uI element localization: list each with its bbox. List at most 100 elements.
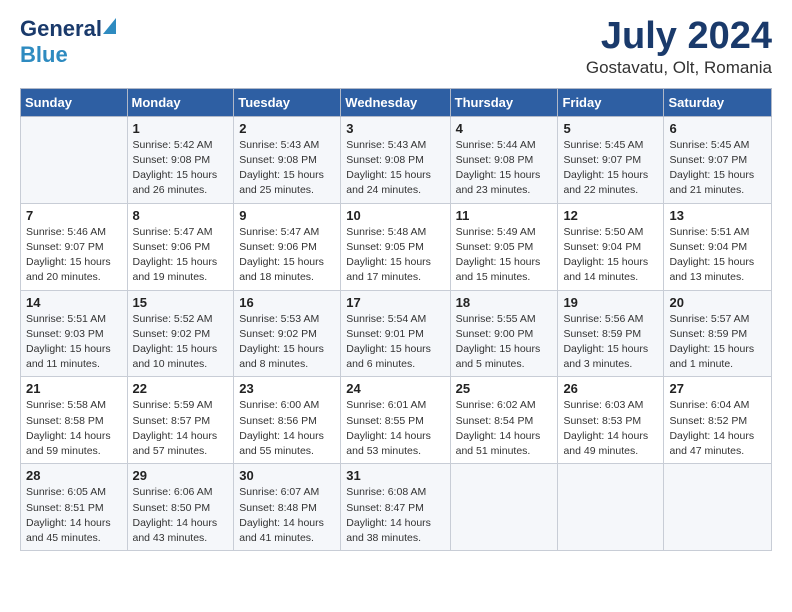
- day-info: Sunrise: 5:56 AM Sunset: 8:59 PM Dayligh…: [563, 312, 658, 373]
- day-number: 6: [669, 121, 766, 136]
- day-number: 22: [133, 381, 229, 396]
- table-row: 10Sunrise: 5:48 AM Sunset: 9:05 PM Dayli…: [341, 203, 450, 290]
- logo-triangle-icon: [103, 18, 116, 34]
- col-tuesday: Tuesday: [234, 88, 341, 116]
- table-row: 25Sunrise: 6:02 AM Sunset: 8:54 PM Dayli…: [450, 377, 558, 464]
- day-info: Sunrise: 5:51 AM Sunset: 9:03 PM Dayligh…: [26, 312, 122, 373]
- table-row: 18 Sunrise: 5:55 AM Sunset: 9:00 PM Dayli…: [450, 290, 558, 377]
- calendar-week-row: 21 Sunrise: 5:58 AM Sunset: 8:58 PM Dayli…: [21, 377, 772, 464]
- table-row: 8 Sunrise: 5:47 AM Sunset: 9:06 PM Daylig…: [127, 203, 234, 290]
- day-number: 20: [669, 295, 766, 310]
- calendar-table: Sunday Monday Tuesday Wednesday Thursday…: [20, 88, 772, 551]
- day-info: Sunrise: 6:04 AM Sunset: 8:52 PM Dayligh…: [669, 398, 766, 459]
- day-number: 21: [26, 381, 122, 396]
- day-info: Sunrise: 5:45 AM Sunset: 9:07 PM Dayligh…: [669, 138, 766, 199]
- table-row: 28 Sunrise: 6:05 AM Sunset: 8:51 PM Dayli…: [21, 464, 128, 551]
- day-info: Sunrise: 6:08 AM Sunset: 8:47 PM Dayligh…: [346, 485, 444, 546]
- col-friday: Friday: [558, 88, 664, 116]
- calendar-header-row: Sunday Monday Tuesday Wednesday Thursday…: [21, 88, 772, 116]
- day-info: Sunrise: 6:00 AM Sunset: 8:56 PM Dayligh…: [239, 398, 335, 459]
- day-number: 15: [133, 295, 229, 310]
- day-info: Sunrise: 6:01 AM Sunset: 8:55 PM Dayligh…: [346, 398, 444, 459]
- day-info: Sunrise: 5:46 AM Sunset: 9:07 PM Dayligh…: [26, 225, 122, 286]
- calendar-week-row: 14 Sunrise: 5:51 AM Sunset: 9:03 PM Dayli…: [21, 290, 772, 377]
- calendar-title: July 2024: [586, 16, 772, 58]
- day-number: 9: [239, 208, 335, 223]
- table-row: 30 Sunrise: 6:07 AM Sunset: 8:48 PM Dayli…: [234, 464, 341, 551]
- calendar-subtitle: Gostavatu, Olt, Romania: [586, 58, 772, 78]
- day-info: Sunrise: 5:58 AM Sunset: 8:58 PM Dayligh…: [26, 398, 122, 459]
- day-info: Sunrise: 6:03 AM Sunset: 8:53 PM Dayligh…: [563, 398, 658, 459]
- col-sunday: Sunday: [21, 88, 128, 116]
- calendar-week-row: 1Sunrise: 5:42 AM Sunset: 9:08 PM Daylig…: [21, 116, 772, 203]
- table-row: 21 Sunrise: 5:58 AM Sunset: 8:58 PM Dayli…: [21, 377, 128, 464]
- table-row: 5 Sunrise: 5:45 AM Sunset: 9:07 PM Daylig…: [558, 116, 664, 203]
- table-row: 29Sunrise: 6:06 AM Sunset: 8:50 PM Dayli…: [127, 464, 234, 551]
- day-number: 4: [456, 121, 553, 136]
- calendar-week-row: 28 Sunrise: 6:05 AM Sunset: 8:51 PM Dayli…: [21, 464, 772, 551]
- day-info: Sunrise: 5:50 AM Sunset: 9:04 PM Dayligh…: [563, 225, 658, 286]
- day-info: Sunrise: 5:55 AM Sunset: 9:00 PM Dayligh…: [456, 312, 553, 373]
- day-info: Sunrise: 5:54 AM Sunset: 9:01 PM Dayligh…: [346, 312, 444, 373]
- col-saturday: Saturday: [664, 88, 772, 116]
- day-number: 29: [133, 468, 229, 483]
- table-row: 7 Sunrise: 5:46 AM Sunset: 9:07 PM Daylig…: [21, 203, 128, 290]
- day-info: Sunrise: 6:05 AM Sunset: 8:51 PM Dayligh…: [26, 485, 122, 546]
- day-number: 12: [563, 208, 658, 223]
- day-info: Sunrise: 5:43 AM Sunset: 9:08 PM Dayligh…: [239, 138, 335, 199]
- day-info: Sunrise: 5:59 AM Sunset: 8:57 PM Dayligh…: [133, 398, 229, 459]
- table-row: 19 Sunrise: 5:56 AM Sunset: 8:59 PM Dayli…: [558, 290, 664, 377]
- table-row: 13Sunrise: 5:51 AM Sunset: 9:04 PM Dayli…: [664, 203, 772, 290]
- day-info: Sunrise: 5:44 AM Sunset: 9:08 PM Dayligh…: [456, 138, 553, 199]
- day-info: Sunrise: 5:42 AM Sunset: 9:08 PM Dayligh…: [133, 138, 229, 199]
- col-thursday: Thursday: [450, 88, 558, 116]
- table-row: [21, 116, 128, 203]
- day-number: 7: [26, 208, 122, 223]
- day-number: 2: [239, 121, 335, 136]
- table-row: 12 Sunrise: 5:50 AM Sunset: 9:04 PM Dayli…: [558, 203, 664, 290]
- table-row: 17Sunrise: 5:54 AM Sunset: 9:01 PM Dayli…: [341, 290, 450, 377]
- day-number: 16: [239, 295, 335, 310]
- day-info: Sunrise: 5:47 AM Sunset: 9:06 PM Dayligh…: [133, 225, 229, 286]
- table-row: 9Sunrise: 5:47 AM Sunset: 9:06 PM Daylig…: [234, 203, 341, 290]
- day-number: 23: [239, 381, 335, 396]
- day-info: Sunrise: 5:52 AM Sunset: 9:02 PM Dayligh…: [133, 312, 229, 373]
- table-row: 27 Sunrise: 6:04 AM Sunset: 8:52 PM Dayli…: [664, 377, 772, 464]
- table-row: 16 Sunrise: 5:53 AM Sunset: 9:02 PM Dayli…: [234, 290, 341, 377]
- day-info: Sunrise: 5:45 AM Sunset: 9:07 PM Dayligh…: [563, 138, 658, 199]
- day-info: Sunrise: 6:07 AM Sunset: 8:48 PM Dayligh…: [239, 485, 335, 546]
- day-number: 5: [563, 121, 658, 136]
- col-wednesday: Wednesday: [341, 88, 450, 116]
- day-info: Sunrise: 5:51 AM Sunset: 9:04 PM Dayligh…: [669, 225, 766, 286]
- table-row: 20 Sunrise: 5:57 AM Sunset: 8:59 PM Dayli…: [664, 290, 772, 377]
- day-number: 26: [563, 381, 658, 396]
- day-number: 30: [239, 468, 335, 483]
- day-info: Sunrise: 5:48 AM Sunset: 9:05 PM Dayligh…: [346, 225, 444, 286]
- day-number: 25: [456, 381, 553, 396]
- calendar-week-row: 7 Sunrise: 5:46 AM Sunset: 9:07 PM Daylig…: [21, 203, 772, 290]
- header: General Blue July 2024 Gostavatu, Olt, R…: [20, 16, 772, 78]
- table-row: 1Sunrise: 5:42 AM Sunset: 9:08 PM Daylig…: [127, 116, 234, 203]
- day-number: 8: [133, 208, 229, 223]
- page: General Blue July 2024 Gostavatu, Olt, R…: [0, 0, 792, 567]
- day-info: Sunrise: 5:57 AM Sunset: 8:59 PM Dayligh…: [669, 312, 766, 373]
- table-row: 14 Sunrise: 5:51 AM Sunset: 9:03 PM Dayli…: [21, 290, 128, 377]
- table-row: 24 Sunrise: 6:01 AM Sunset: 8:55 PM Dayli…: [341, 377, 450, 464]
- logo: General Blue: [20, 16, 116, 68]
- table-row: 31Sunrise: 6:08 AM Sunset: 8:47 PM Dayli…: [341, 464, 450, 551]
- day-number: 24: [346, 381, 444, 396]
- day-number: 18: [456, 295, 553, 310]
- day-info: Sunrise: 5:43 AM Sunset: 9:08 PM Dayligh…: [346, 138, 444, 199]
- day-number: 3: [346, 121, 444, 136]
- day-info: Sunrise: 5:53 AM Sunset: 9:02 PM Dayligh…: [239, 312, 335, 373]
- table-row: [558, 464, 664, 551]
- day-number: 14: [26, 295, 122, 310]
- day-number: 28: [26, 468, 122, 483]
- table-row: [450, 464, 558, 551]
- logo-general: General: [20, 16, 102, 42]
- day-number: 27: [669, 381, 766, 396]
- table-row: 6 Sunrise: 5:45 AM Sunset: 9:07 PM Daylig…: [664, 116, 772, 203]
- table-row: 2 Sunrise: 5:43 AM Sunset: 9:08 PM Daylig…: [234, 116, 341, 203]
- table-row: 4 Sunrise: 5:44 AM Sunset: 9:08 PM Daylig…: [450, 116, 558, 203]
- day-number: 19: [563, 295, 658, 310]
